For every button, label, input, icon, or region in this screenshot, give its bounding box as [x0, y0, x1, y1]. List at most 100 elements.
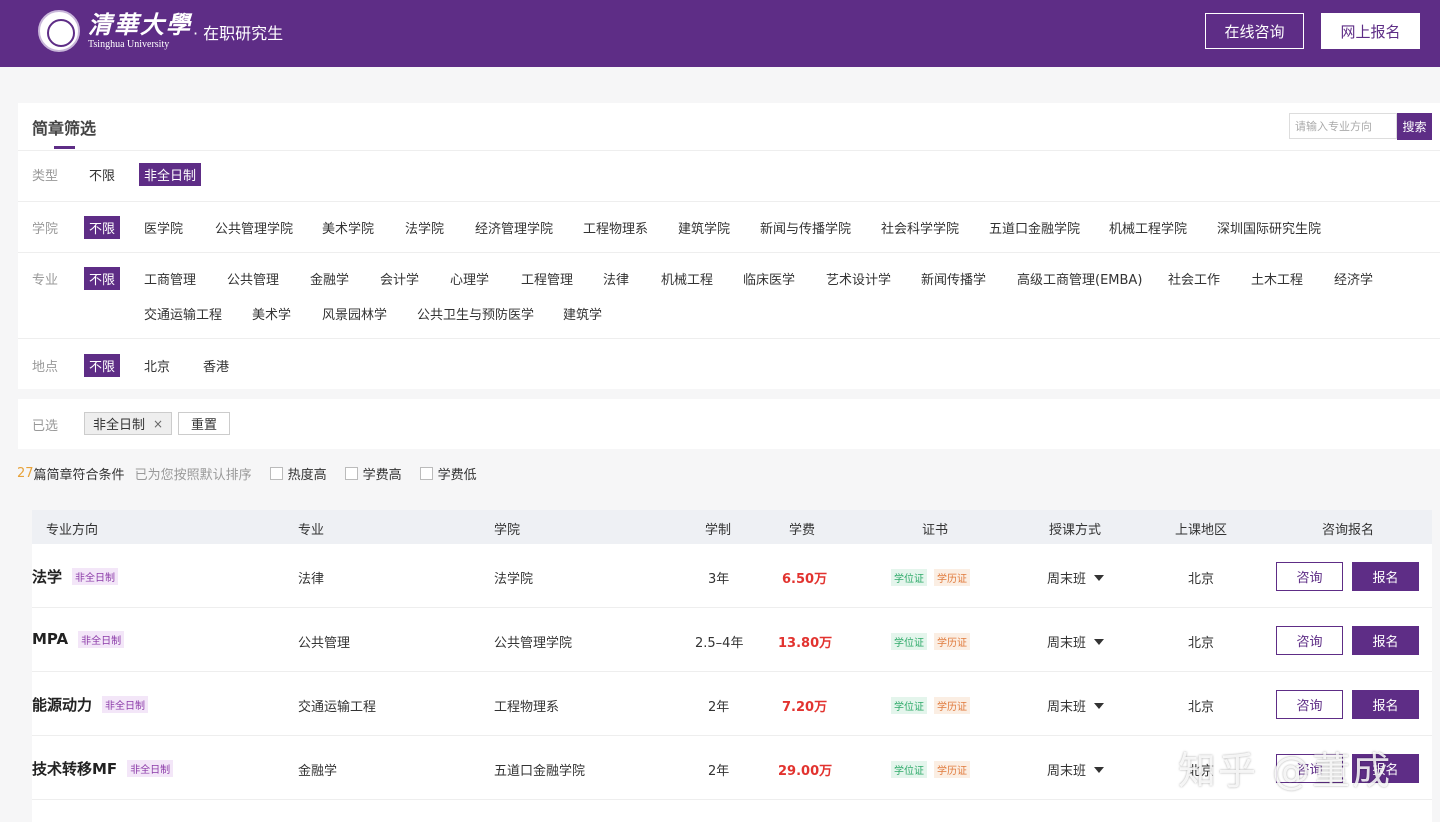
- certificate-cell: 学位证 学历证: [891, 569, 977, 586]
- checkbox-label: 热度高: [287, 467, 327, 483]
- program-direction[interactable]: 技术转移MF 非全日制: [32, 758, 174, 779]
- selected-label: 已选: [32, 419, 59, 434]
- major-option[interactable]: 公共管理: [227, 269, 279, 288]
- major-option[interactable]: 高级工商管理(EMBA): [1017, 269, 1142, 288]
- major-option[interactable]: 工商管理: [144, 269, 196, 288]
- table-row: MPA 非全日制 公共管理 公共管理学院 2.5–4年 13.80万 学位证 学历证…: [32, 608, 1432, 672]
- fee-cell: 13.80万: [778, 636, 833, 651]
- college-option[interactable]: 深圳国际研究生院: [1217, 218, 1321, 237]
- major-option[interactable]: 风景园林学: [322, 304, 387, 323]
- major-option[interactable]: 美术学: [252, 304, 291, 323]
- signup-button[interactable]: 报名: [1352, 690, 1419, 719]
- major-option[interactable]: 工程管理: [521, 269, 573, 288]
- mode-dropdown[interactable]: 周末班: [1047, 696, 1105, 715]
- major-option[interactable]: 临床医学: [743, 269, 795, 288]
- college-option[interactable]: 医学院: [144, 218, 183, 237]
- mode-dropdown[interactable]: 周末班: [1047, 632, 1105, 651]
- major-option[interactable]: 建筑学: [563, 304, 602, 323]
- program-direction[interactable]: 能源动力 非全日制: [32, 694, 149, 715]
- college-option[interactable]: 法学院: [405, 218, 444, 237]
- program-direction[interactable]: MPA 非全日制: [32, 630, 125, 648]
- location-option-any[interactable]: 不限: [84, 354, 121, 377]
- college-option-any[interactable]: 不限: [84, 216, 121, 239]
- mode-dropdown[interactable]: 周末班: [1047, 568, 1105, 587]
- sort-popularity-checkbox[interactable]: 热度高: [269, 464, 327, 483]
- type-option-any[interactable]: 不限: [89, 165, 115, 184]
- logo-english: Tsinghua University: [88, 39, 170, 50]
- online-signup-button[interactable]: 网上报名: [1321, 13, 1420, 49]
- college-option[interactable]: 新闻与传播学院: [760, 218, 851, 237]
- college-option[interactable]: 五道口金融学院: [989, 218, 1080, 237]
- type-label: 类型: [32, 169, 59, 184]
- major-option[interactable]: 交通运输工程: [144, 304, 222, 323]
- program-direction[interactable]: 法学 非全日制: [32, 566, 119, 587]
- sort-bar: 27 篇简章符合条件 已为您按照默认排序 热度高 学费高 学费低: [17, 464, 477, 483]
- university-logo[interactable]: 清華大學 Tsinghua University: [38, 10, 192, 52]
- diploma-cert-badge: 学历证: [934, 697, 970, 714]
- search-button[interactable]: 搜索: [1397, 113, 1432, 140]
- college-option[interactable]: 美术学院: [322, 218, 374, 237]
- major-option-any[interactable]: 不限: [84, 267, 121, 290]
- watermark-text: 知乎 @董成: [1178, 749, 1393, 793]
- consult-button[interactable]: 咨询: [1276, 626, 1343, 655]
- column-header: 授课方式: [1049, 523, 1102, 538]
- major-option[interactable]: 公共卫生与预防医学: [417, 304, 534, 323]
- major-option[interactable]: 法律: [603, 269, 629, 288]
- college-option[interactable]: 公共管理学院: [215, 218, 293, 237]
- college-label: 学院: [32, 222, 59, 237]
- major-option[interactable]: 新闻传播学: [921, 269, 986, 288]
- result-count: 27: [17, 465, 34, 481]
- direction-text: MPA: [32, 630, 69, 648]
- major-option[interactable]: 机械工程: [661, 269, 713, 288]
- mode-text: 周末班: [1047, 572, 1087, 587]
- college-option[interactable]: 建筑学院: [678, 218, 730, 237]
- online-consult-button[interactable]: 在线咨询: [1205, 13, 1304, 49]
- degree-cert-badge: 学位证: [891, 761, 927, 778]
- result-count-text: 篇简章符合条件: [33, 467, 125, 483]
- college-cell: 五道口金融学院: [494, 764, 586, 779]
- divider: [18, 201, 1440, 202]
- sort-fee-high-checkbox[interactable]: 学费高: [344, 464, 402, 483]
- title-underline: [54, 146, 75, 149]
- major-option[interactable]: 经济学: [1334, 269, 1373, 288]
- major-option[interactable]: 金融学: [310, 269, 349, 288]
- college-option[interactable]: 社会科学学院: [881, 218, 959, 237]
- mode-text: 周末班: [1047, 636, 1087, 651]
- degree-cert-badge: 学位证: [891, 569, 927, 586]
- sort-hint: 已为您按照默认排序: [134, 467, 252, 483]
- location-cell: 北京: [1188, 636, 1215, 651]
- college-option[interactable]: 机械工程学院: [1109, 218, 1187, 237]
- caret-down-icon: [1094, 638, 1105, 645]
- diploma-cert-badge: 学历证: [934, 633, 970, 650]
- certificate-cell: 学位证 学历证: [891, 633, 977, 650]
- fee-cell: 7.20万: [782, 700, 828, 715]
- location-option-hongkong[interactable]: 香港: [203, 356, 229, 375]
- major-option[interactable]: 社会工作: [1168, 269, 1220, 288]
- major-cell: 交通运输工程: [298, 700, 377, 715]
- consult-button[interactable]: 咨询: [1276, 562, 1343, 591]
- major-option[interactable]: 心理学: [450, 269, 489, 288]
- site-subtitle: · 在职研究生: [193, 24, 284, 43]
- consult-button[interactable]: 咨询: [1276, 690, 1343, 719]
- major-option[interactable]: 会计学: [380, 269, 419, 288]
- signup-button[interactable]: 报名: [1352, 562, 1419, 591]
- mode-dropdown[interactable]: 周末班: [1047, 760, 1105, 779]
- major-option[interactable]: 土木工程: [1251, 269, 1303, 288]
- divider: [18, 150, 1440, 151]
- divider: [18, 338, 1440, 339]
- major-option[interactable]: 艺术设计学: [826, 269, 891, 288]
- college-option[interactable]: 工程物理系: [583, 218, 648, 237]
- reset-button[interactable]: 重置: [178, 412, 230, 435]
- signup-button[interactable]: 报名: [1352, 626, 1419, 655]
- filter-panel: 简章筛选 搜索 类型 不限 非全日制 学院 不限 医学院 公共管理学院 美术学院…: [18, 103, 1440, 389]
- divider: [18, 252, 1440, 253]
- location-option-beijing[interactable]: 北京: [144, 356, 170, 375]
- search-input[interactable]: [1289, 113, 1397, 139]
- close-icon[interactable]: ×: [153, 417, 163, 431]
- fee-cell: 29.00万: [778, 764, 833, 779]
- college-option[interactable]: 经济管理学院: [475, 218, 553, 237]
- sort-fee-low-checkbox[interactable]: 学费低: [419, 464, 477, 483]
- selected-tag[interactable]: 非全日制 ×: [84, 412, 173, 435]
- diploma-cert-badge: 学历证: [934, 761, 970, 778]
- type-option-parttime[interactable]: 非全日制: [139, 163, 202, 186]
